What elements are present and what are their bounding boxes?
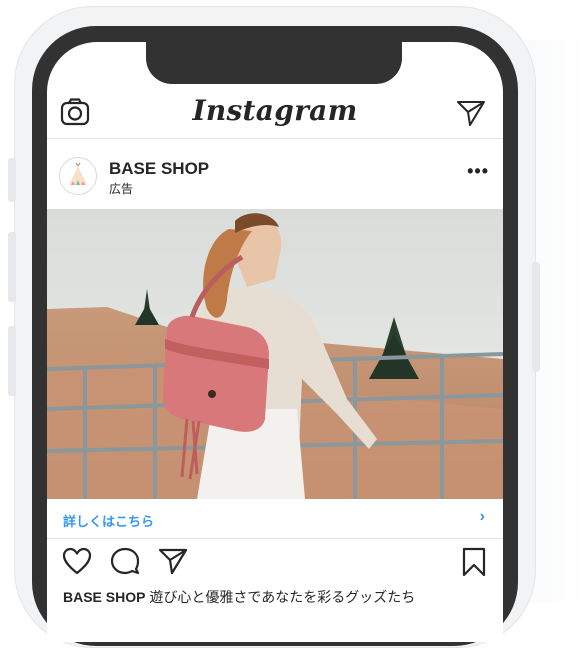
learn-more-bar[interactable]: 詳しくはこちら › (47, 500, 503, 539)
heart-icon[interactable] (61, 546, 93, 581)
post-header: BASE SHOP 広告 ••• (47, 149, 503, 205)
phone-volume-down (8, 326, 16, 396)
learn-more-link[interactable]: 詳しくはこちら (63, 511, 154, 530)
phone-volume-up (8, 232, 16, 302)
chevron-right-icon[interactable]: › (480, 508, 485, 526)
post-image (47, 209, 503, 499)
instagram-top-bar: Instagram (47, 94, 503, 139)
phone-notch (146, 42, 402, 84)
avatar[interactable] (59, 157, 97, 195)
phone-silent-switch (8, 158, 16, 202)
post-caption: BASE SHOP 遊び心と優雅さであなたを彩るグッズたち (63, 587, 415, 607)
share-icon[interactable] (157, 546, 189, 581)
comment-icon[interactable] (109, 546, 141, 581)
bookmark-icon[interactable] (461, 546, 487, 583)
more-icon[interactable]: ••• (467, 161, 489, 182)
app-logo: Instagram (192, 94, 358, 127)
sponsored-label: 広告 (109, 182, 134, 196)
phone-power-button (532, 262, 540, 372)
send-icon[interactable] (455, 98, 487, 133)
phone-screen: Instagram BASE SHOP 広告 ••• 詳しくはこちら › BAS… (47, 42, 503, 642)
post-actions (47, 540, 503, 584)
account-name[interactable]: BASE SHOP (109, 159, 209, 179)
